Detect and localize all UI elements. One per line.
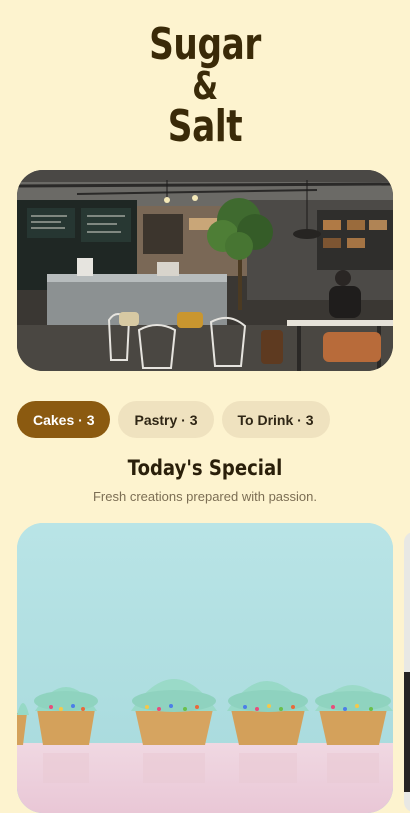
category-tabs: Cakes · 3 Pastry · 3 To Drink · 3 (17, 401, 330, 438)
hero-image-coffee-shop (17, 170, 393, 371)
brand-line-1: Sugar (149, 19, 261, 70)
tab-cakes[interactable]: Cakes · 3 (17, 401, 111, 438)
section-subtitle: Fresh creations prepared with passion. (92, 489, 317, 504)
next-card-peek[interactable] (404, 532, 410, 812)
tab-to-drink[interactable]: To Drink · 3 (221, 401, 330, 438)
brand-ampersand: & (192, 64, 218, 108)
tab-pastry[interactable]: Pastry · 3 (118, 401, 214, 438)
brand-logo: Sugar & Salt (0, 19, 410, 152)
brand-line-2: Salt (167, 101, 243, 152)
cupcake-1 (34, 687, 98, 745)
special-card-cupcakes[interactable] (17, 523, 393, 813)
coffee-shop-illustration (17, 170, 393, 371)
cupcakes-illustration (17, 523, 393, 813)
section-title: Today's Special (127, 456, 283, 480)
